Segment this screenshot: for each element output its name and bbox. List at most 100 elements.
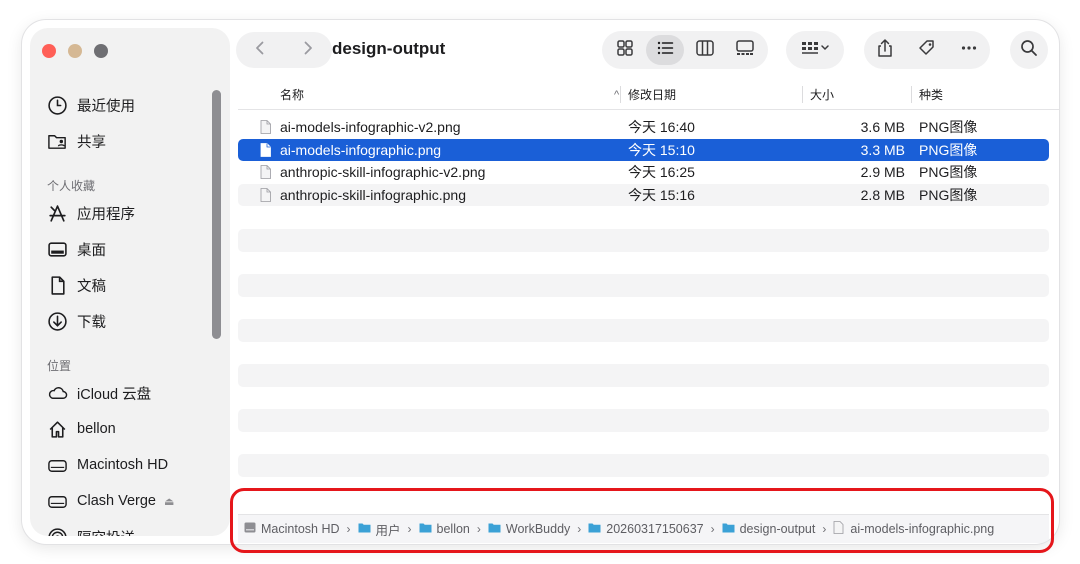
file-name: anthropic-skill-infographic-v2.png	[280, 164, 486, 181]
sidebar-item-airdrop[interactable]: 隔空投送	[46, 523, 135, 536]
path-segment-label: ai-models-infographic.png	[850, 522, 995, 536]
path-separator: ›	[577, 522, 582, 536]
path-segment-users[interactable]: 用户	[358, 520, 401, 539]
cloud-icon	[46, 382, 68, 404]
forward-button[interactable]	[284, 32, 332, 68]
sidebar-item-desktop[interactable]: 桌面	[46, 235, 106, 263]
sort-indicator[interactable]: ^	[614, 80, 619, 109]
column-view-button[interactable]	[686, 35, 724, 65]
sidebar-item-recents[interactable]: 最近使用	[46, 91, 135, 119]
path-segment-design-output[interactable]: design-output	[722, 522, 816, 536]
path-separator: ›	[710, 522, 715, 536]
sidebar-item-clash-verge[interactable]: Clash Verge ⏏	[46, 487, 174, 515]
path-segment-label: WorkBuddy	[505, 522, 571, 536]
column-date[interactable]: 修改日期	[628, 80, 676, 109]
favorites-header: 个人收藏	[47, 179, 96, 193]
file-icon	[260, 120, 271, 134]
column-view-icon	[695, 38, 715, 63]
empty-row	[238, 364, 1049, 387]
sidebar-item-label: 隔空投送	[77, 527, 135, 537]
sidebar-item-icloud[interactable]: iCloud 云盘	[46, 379, 151, 407]
file-date: 今天 16:40	[628, 119, 695, 136]
path-bar: Macintosh HD › 用户 › bellon › WorkBuddy ›…	[238, 514, 1049, 543]
more-icon	[959, 38, 979, 63]
path-segment-workbuddy[interactable]: WorkBuddy	[488, 522, 570, 536]
path-segment-file[interactable]: ai-models-infographic.png	[833, 521, 994, 537]
file-icon	[833, 521, 850, 537]
column-size[interactable]: 大小	[810, 80, 834, 109]
desktop-icon	[46, 238, 68, 260]
file-size: 2.8 MB	[860, 186, 905, 203]
icon-view-icon	[615, 38, 635, 63]
file-icon	[260, 142, 271, 157]
column-header: 名称 ^ 修改日期 大小 种类	[238, 80, 1059, 110]
sidebar-item-downloads[interactable]: 下载	[46, 307, 106, 335]
search-icon	[1019, 38, 1039, 63]
sidebar-item-label: 文稿	[77, 278, 106, 295]
file-row[interactable]: ai-models-infographic-v2.png 今天 16:40 3.…	[238, 116, 1049, 139]
group-by-button[interactable]	[786, 31, 844, 69]
file-kind: PNG图像	[919, 186, 978, 203]
column-name[interactable]: 名称	[280, 80, 304, 109]
eject-icon[interactable]: ⏏	[164, 495, 174, 508]
sidebar-item-shared[interactable]: 共享	[46, 127, 106, 155]
empty-row	[238, 274, 1049, 297]
column-date-label: 修改日期	[628, 88, 677, 102]
column-divider[interactable]	[911, 86, 912, 103]
locations-header: 位置	[47, 359, 72, 373]
action-group	[864, 31, 990, 69]
sidebar-item-label: Clash Verge	[77, 493, 156, 509]
zoom-button[interactable]	[94, 44, 108, 58]
file-kind: PNG图像	[919, 119, 978, 136]
list-view-button[interactable]	[646, 35, 684, 65]
file-date: 今天 15:16	[628, 186, 695, 203]
sidebar-item-label: 共享	[77, 134, 106, 151]
back-button[interactable]	[236, 32, 284, 68]
search-button[interactable]	[1010, 31, 1048, 69]
path-segment-label: Macintosh HD	[261, 522, 340, 536]
column-divider[interactable]	[620, 86, 621, 103]
path-segment-bellon[interactable]: bellon	[419, 522, 470, 536]
column-kind[interactable]: 种类	[919, 80, 943, 109]
sidebar-item-label: 最近使用	[77, 98, 135, 115]
sidebar-item-documents[interactable]: 文稿	[46, 271, 106, 299]
sidebar: 最近使用 共享 个人收藏 应用程序 桌面 文稿 下载 位置 iCloud 云盘 …	[30, 28, 230, 536]
path-separator: ›	[476, 522, 481, 536]
file-row[interactable]: anthropic-skill-infographic.png 今天 15:16…	[238, 183, 1049, 206]
sidebar-item-home[interactable]: bellon	[46, 415, 116, 443]
applications-icon	[46, 202, 68, 224]
path-separator: ›	[822, 522, 827, 536]
sidebar-scrollbar[interactable]	[212, 90, 221, 339]
more-button[interactable]	[950, 35, 988, 65]
minimize-button[interactable]	[68, 44, 82, 58]
sidebar-item-label: Macintosh HD	[77, 457, 169, 473]
chevron-left-icon	[251, 39, 269, 62]
sidebar-item-macintosh-hd[interactable]: Macintosh HD	[46, 451, 168, 479]
icon-view-button[interactable]	[606, 35, 644, 65]
empty-row	[238, 409, 1049, 432]
path-segment-label: design-output	[739, 522, 816, 536]
gallery-view-button[interactable]	[726, 35, 764, 65]
path-segment-macintosh-hd[interactable]: Macintosh HD	[244, 522, 340, 536]
share-button[interactable]	[866, 35, 904, 65]
hard-drive-icon	[46, 454, 68, 476]
sidebar-item-label: bellon	[77, 421, 116, 437]
sidebar-item-applications[interactable]: 应用程序	[46, 199, 135, 227]
file-row-selected[interactable]: ai-models-infographic.png 今天 15:10 3.3 M…	[238, 138, 1049, 161]
close-button[interactable]	[42, 44, 56, 58]
path-segment-label: 用户	[375, 523, 401, 538]
shared-folder-icon	[46, 130, 68, 152]
file-date: 今天 16:25	[628, 164, 695, 181]
file-icon	[260, 187, 271, 202]
path-segment-timestamp-folder[interactable]: 20260317150637	[588, 522, 704, 536]
sidebar-item-label: 下载	[77, 314, 106, 331]
tag-button[interactable]	[908, 35, 946, 65]
empty-row	[238, 454, 1049, 477]
file-row[interactable]: anthropic-skill-infographic-v2.png 今天 16…	[238, 161, 1049, 184]
chevron-right-icon	[299, 39, 317, 62]
path-separator: ›	[407, 522, 412, 536]
column-divider[interactable]	[802, 86, 803, 103]
finder-window: 最近使用 共享 个人收藏 应用程序 桌面 文稿 下载 位置 iCloud 云盘 …	[22, 20, 1059, 544]
file-name: ai-models-infographic.png	[280, 141, 442, 158]
file-name: ai-models-infographic-v2.png	[280, 119, 461, 136]
